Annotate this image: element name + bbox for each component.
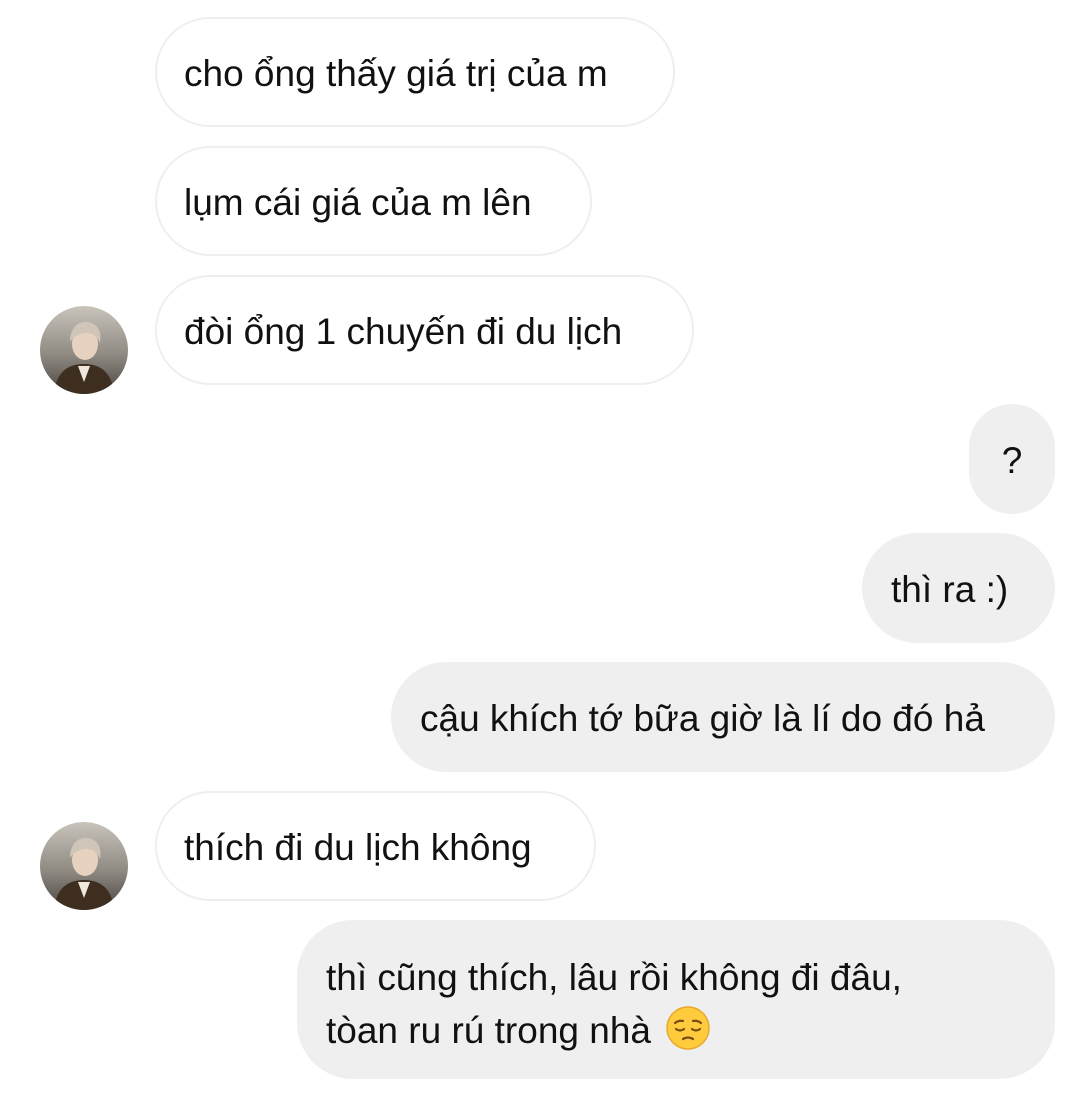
contact-avatar-image <box>40 306 128 394</box>
message-bubble-received[interactable]: đòi ổng 1 chuyến đi du lịch <box>155 275 694 385</box>
message-bubble-received[interactable]: lụm cái giá của m lên <box>155 146 592 256</box>
message-text: tòan ru rú trong nhà <box>326 1010 651 1051</box>
message-text: ? <box>1001 440 1023 481</box>
contact-avatar[interactable] <box>40 822 128 910</box>
message-text-line-2: tòan ru rú trong nhà <box>326 1004 1026 1057</box>
message-text: thì ra :) <box>891 569 1009 610</box>
contact-avatar-image <box>40 822 128 910</box>
message-bubble-received[interactable]: thích đi du lịch không <box>155 791 596 901</box>
message-text: lụm cái giá của m lên <box>184 182 532 223</box>
message-text: cậu khích tớ bữa giờ là lí do đó hả <box>420 698 985 739</box>
message-text-line-1: thì cũng thích, lâu rồi không đi đâu, <box>326 957 902 998</box>
message-bubble-sent[interactable]: thì cũng thích, lâu rồi không đi đâu, tò… <box>297 920 1055 1079</box>
message-text: đòi ổng 1 chuyến đi du lịch <box>184 311 623 352</box>
message-text: cho ổng thấy giá trị của m <box>184 53 608 94</box>
pensive-face-icon <box>666 1006 711 1050</box>
message-text: thích đi du lịch không <box>184 827 532 868</box>
message-bubble-sent[interactable]: thì ra :) <box>862 533 1055 643</box>
message-bubble-received[interactable]: cho ổng thấy giá trị của m <box>155 17 675 127</box>
contact-avatar[interactable] <box>40 306 128 394</box>
message-bubble-sent[interactable]: cậu khích tớ bữa giờ là lí do đó hả <box>391 662 1055 772</box>
message-bubble-sent[interactable]: ? <box>969 404 1055 514</box>
